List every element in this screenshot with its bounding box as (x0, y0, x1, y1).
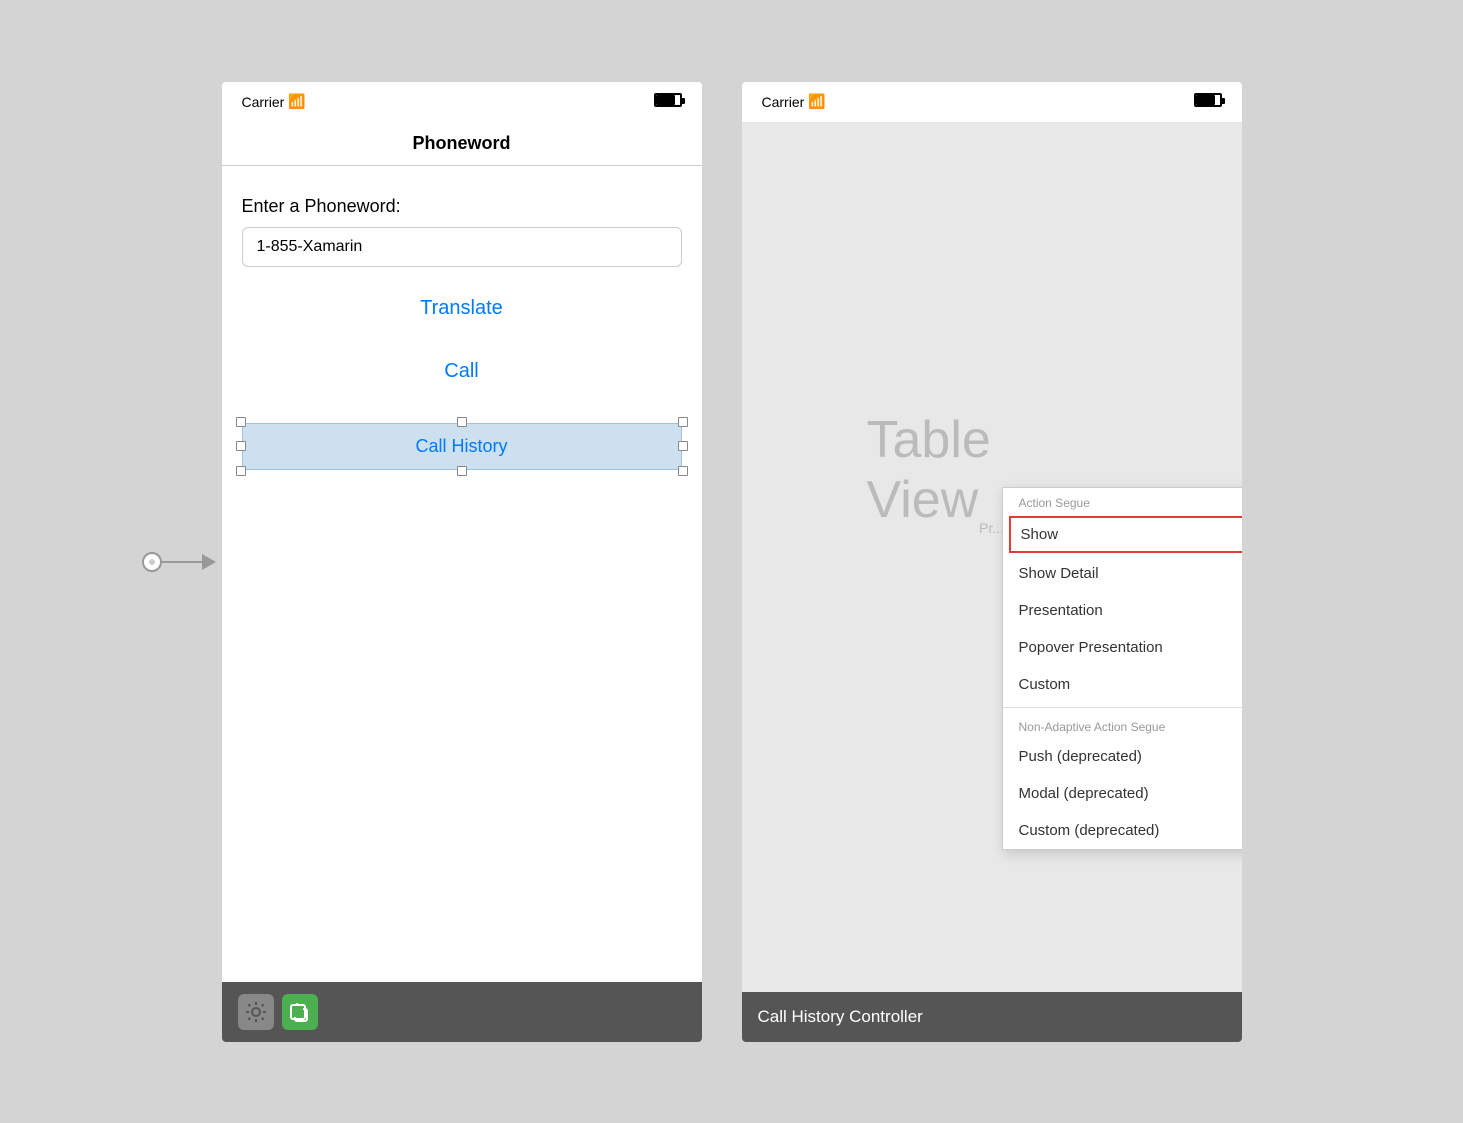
left-statusbar: Carrier 📶 (222, 82, 702, 122)
segue-arrow (142, 552, 216, 572)
toolbar-settings-icon[interactable] (238, 994, 274, 1030)
dropdown-item-presentation[interactable]: Presentation (1003, 592, 1242, 629)
carrier-area: Carrier 📶 (242, 93, 306, 110)
wifi-icon: 📶 (288, 93, 305, 110)
call-history-wrapper: Call History (242, 423, 682, 470)
left-iphone-panel: Carrier 📶 Phoneword Enter a Phoneword: T… (222, 82, 702, 1042)
connector-source-circle (142, 552, 162, 572)
right-content-area: Table View Pr... Action Segue Show Show … (742, 122, 1242, 992)
dropdown-item-show-detail[interactable]: Show Detail (1003, 555, 1242, 592)
battery-icon (654, 93, 682, 107)
connector-line (162, 561, 202, 563)
right-carrier-label: Carrier (762, 94, 805, 110)
right-battery-area (1194, 93, 1222, 110)
dropdown-item-push[interactable]: Push (deprecated) (1003, 738, 1242, 775)
carrier-label: Carrier (242, 94, 285, 110)
iphone-toolbar (222, 982, 702, 1042)
prototype-label: Pr... (979, 520, 1004, 536)
right-battery-icon (1194, 93, 1222, 107)
action-segue-header: Action Segue (1003, 488, 1242, 514)
dropdown-item-custom-deprecated[interactable]: Custom (deprecated) (1003, 812, 1242, 849)
right-footer: Call History Controller (742, 992, 1242, 1042)
phoneword-input[interactable] (242, 227, 682, 267)
left-navbar: Phoneword (222, 122, 702, 166)
dropdown-item-custom[interactable]: Custom (1003, 666, 1242, 703)
translate-button[interactable]: Translate (242, 287, 682, 330)
right-statusbar: Carrier 📶 (742, 82, 1242, 122)
call-history-button[interactable]: Call History (242, 423, 682, 470)
right-wifi-icon: 📶 (808, 93, 825, 110)
right-carrier-area: Carrier 📶 (762, 93, 826, 110)
toolbar-navigate-icon[interactable] (282, 994, 318, 1030)
navbar-title: Phoneword (413, 133, 511, 154)
connector-arrowhead (202, 554, 216, 570)
dropdown-item-popover[interactable]: Popover Presentation (1003, 629, 1242, 666)
call-button[interactable]: Call (242, 350, 682, 393)
right-panel: Carrier 📶 Table View Pr... Action Segue … (742, 82, 1242, 1042)
footer-title: Call History Controller (758, 1007, 923, 1027)
segue-dropdown-menu: Action Segue Show Show Detail Presentati… (1002, 487, 1242, 850)
dropdown-item-modal[interactable]: Modal (deprecated) (1003, 775, 1242, 812)
dropdown-item-show[interactable]: Show (1009, 516, 1242, 553)
battery-area (654, 93, 682, 110)
iphone-content-area: Enter a Phoneword: Translate Call Call H… (222, 166, 702, 982)
phoneword-label: Enter a Phoneword: (242, 196, 682, 217)
non-adaptive-header: Non-Adaptive Action Segue (1003, 712, 1242, 738)
